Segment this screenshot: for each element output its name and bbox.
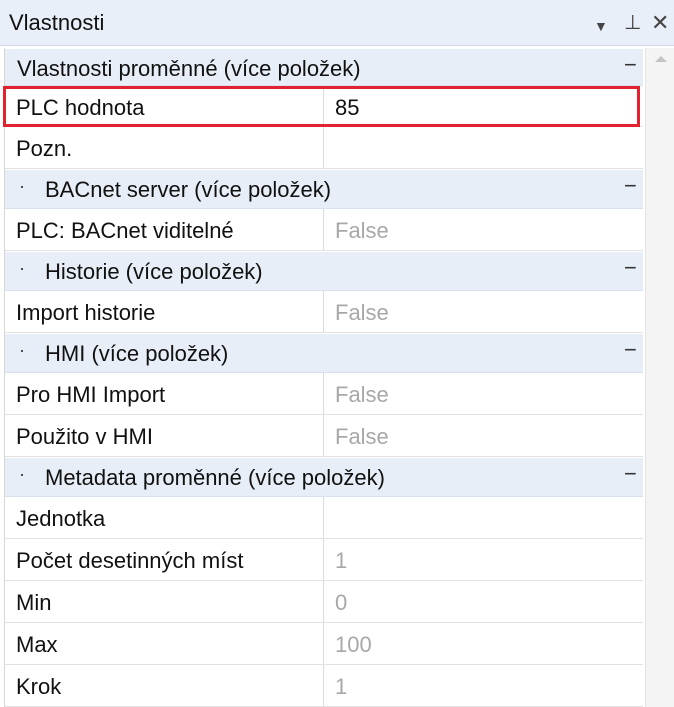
collapse-icon[interactable]: −: [624, 52, 637, 78]
property-row-pro-hmi-import[interactable]: Pro HMI Import False: [5, 373, 643, 415]
property-value-field[interactable]: 85: [335, 95, 359, 121]
properties-panel: Vlastnosti ▼ ⊥ ✕ Vlastnosti proměnné (ví…: [0, 0, 674, 707]
property-name: PLC hodnota: [16, 95, 145, 120]
category-vlastnosti-promenne[interactable]: Vlastnosti proměnné (více položek) −: [5, 48, 643, 86]
category-label: HMI (více položek): [45, 341, 229, 366]
bullet-icon: ·: [19, 258, 25, 278]
panel-titlebar: Vlastnosti ▼ ⊥ ✕: [0, 0, 674, 46]
property-grid: Vlastnosti proměnné (více položek) − PLC…: [4, 48, 644, 707]
pin-icon[interactable]: ⊥: [624, 11, 641, 35]
dropdown-arrow-icon[interactable]: ▼: [594, 14, 608, 38]
scroll-up-arrow-icon[interactable]: [655, 56, 667, 62]
column-divider: [323, 497, 324, 538]
column-divider: [323, 373, 324, 414]
category-label: Historie (více položek): [45, 259, 263, 284]
category-label: BACnet server (více položek): [45, 177, 332, 202]
bullet-icon: ·: [19, 176, 25, 196]
category-label: Metadata proměnné (více položek): [45, 465, 385, 490]
property-value-field[interactable]: False: [335, 218, 389, 244]
property-name: Pozn.: [16, 136, 73, 161]
property-name: Počet desetinných míst: [16, 548, 244, 573]
column-divider: [323, 415, 324, 456]
column-divider: [323, 127, 324, 168]
property-row-pozn[interactable]: Pozn.: [5, 127, 643, 169]
property-row-krok[interactable]: Krok 1: [5, 665, 643, 707]
column-divider: [323, 539, 324, 580]
property-name: Krok: [16, 674, 62, 699]
property-name: Min: [16, 590, 52, 615]
bullet-icon: ·: [19, 340, 25, 360]
category-historie[interactable]: · Historie (více položek) −: [5, 251, 643, 291]
property-row-max[interactable]: Max 100: [5, 623, 643, 665]
property-row-pouzito-v-hmi[interactable]: Použito v HMI False: [5, 415, 643, 457]
column-divider: [323, 291, 324, 332]
column-divider: [323, 209, 324, 250]
property-row-plc-hodnota[interactable]: PLC hodnota 85: [5, 86, 643, 127]
collapse-icon[interactable]: −: [624, 337, 637, 363]
collapse-icon[interactable]: −: [624, 461, 637, 487]
property-value-field[interactable]: 100: [335, 632, 372, 658]
property-row-pocet-desetinnych-mist[interactable]: Počet desetinných míst 1: [5, 539, 643, 581]
property-row-jednotka[interactable]: Jednotka: [5, 497, 643, 539]
property-name: Import historie: [16, 300, 156, 325]
category-hmi[interactable]: · HMI (více položek) −: [5, 333, 643, 373]
property-row-import-historie[interactable]: Import historie False: [5, 291, 643, 333]
property-value-field[interactable]: 0: [335, 590, 347, 616]
property-value-field[interactable]: 1: [335, 674, 347, 700]
category-label: Vlastnosti proměnné (více položek): [17, 56, 361, 81]
property-name: Použito v HMI: [16, 424, 153, 449]
collapse-icon[interactable]: −: [624, 173, 637, 199]
column-divider: [323, 86, 324, 126]
close-icon[interactable]: ✕: [651, 11, 669, 35]
property-value-field[interactable]: False: [335, 300, 389, 326]
bullet-icon: ·: [19, 464, 25, 484]
column-divider: [323, 665, 324, 706]
property-value-field[interactable]: False: [335, 424, 389, 450]
property-name: PLC: BACnet viditelné: [16, 218, 234, 243]
property-value-field[interactable]: 1: [335, 548, 347, 574]
panel-title: Vlastnosti: [9, 10, 105, 35]
property-row-min[interactable]: Min 0: [5, 581, 643, 623]
property-value-field[interactable]: False: [335, 382, 389, 408]
property-name: Jednotka: [16, 506, 106, 531]
column-divider: [323, 581, 324, 622]
category-bacnet-server[interactable]: · BACnet server (více položek) −: [5, 169, 643, 209]
column-divider: [323, 623, 324, 664]
property-name: Max: [16, 632, 58, 657]
vertical-scrollbar[interactable]: [645, 48, 674, 707]
property-row-plc-bacnet-viditelne[interactable]: PLC: BACnet viditelné False: [5, 209, 643, 251]
category-metadata-promenne[interactable]: · Metadata proměnné (více položek) −: [5, 457, 643, 497]
collapse-icon[interactable]: −: [624, 255, 637, 281]
property-name: Pro HMI Import: [16, 382, 166, 407]
